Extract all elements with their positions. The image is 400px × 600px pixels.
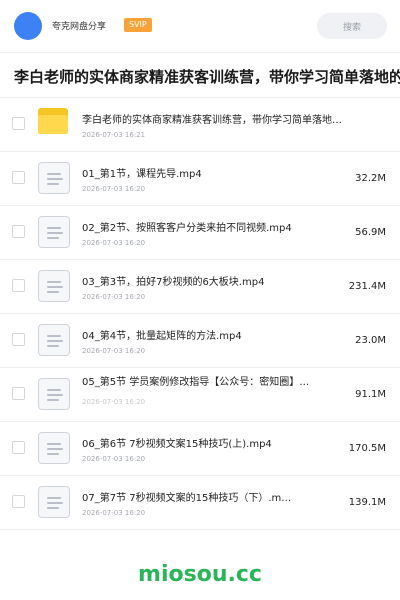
search-label: 搜索 — [342, 22, 361, 33]
file-date: 2026-07-03 16:20 — [82, 347, 146, 355]
video-file-icon — [38, 270, 70, 302]
file-date: 2026-07-03 16:20 — [82, 509, 146, 517]
file-name: 07_第7节 7秒视频文案的15种技巧（下）.m… — [82, 493, 292, 504]
watermark-text: miosou.cc — [138, 562, 262, 587]
svip-badge: SVIP — [124, 18, 152, 32]
file-name: 06_第6节 7秒视频文案15种技巧(上).mp4 — [82, 439, 272, 450]
file-row-folder[interactable]: 李白老师的实体商家精准获客训练营，带你学习简单落地… 2026-07-03 16… — [0, 98, 400, 152]
file-size: 139.1M — [348, 497, 386, 508]
video-file-icon — [38, 486, 70, 518]
file-name: 01_第1节，课程先导.mp4 — [82, 169, 202, 180]
folder-icon — [38, 108, 70, 140]
file-date: 2026-07-03 16:20 — [82, 239, 146, 247]
row-checkbox[interactable] — [12, 279, 25, 292]
share-page: 夸克网盘分享 SVIP 搜索 李白老师的实体商家精准获客训练营，带你学习简单落地… — [0, 0, 400, 600]
app-name: 夸克网盘分享 — [52, 22, 107, 32]
file-row[interactable]: 03_第3节，拍好7秒视频的6大板块.mp4 2026-07-03 16:20 … — [0, 260, 400, 314]
row-checkbox[interactable] — [12, 441, 25, 454]
file-size: 91.1M — [355, 389, 386, 400]
file-list: 李白老师的实体商家精准获客训练营，带你学习简单落地… 2026-07-03 16… — [0, 98, 400, 530]
row-checkbox[interactable] — [12, 333, 25, 346]
video-file-icon — [38, 378, 70, 410]
file-size: 32.2M — [355, 173, 386, 184]
row-checkbox[interactable] — [12, 225, 25, 238]
search-button[interactable]: 搜索 — [317, 13, 387, 39]
file-name: 03_第3节，拍好7秒视频的6大板块.mp4 — [82, 277, 265, 288]
file-date: 2026-07-03 16:20 — [82, 398, 146, 406]
avatar[interactable] — [14, 12, 42, 40]
video-file-icon — [38, 216, 70, 248]
file-size: 23.0M — [355, 335, 386, 346]
video-file-icon — [38, 324, 70, 356]
row-checkbox[interactable] — [12, 387, 25, 400]
file-size: 170.5M — [348, 443, 386, 454]
video-file-icon — [38, 162, 70, 194]
file-date: 2026-07-03 16:20 — [82, 293, 146, 301]
row-checkbox[interactable] — [12, 171, 25, 184]
share-title: 李白老师的实体商家精准获客训练营，带你学习简单落地的 — [14, 68, 400, 86]
file-row[interactable]: 05_第5节 学员案例修改指导【公众号：密知圈】… 2026-07-03 16:… — [0, 368, 400, 422]
file-row[interactable]: 01_第1节，课程先导.mp4 2026-07-03 16:20 32.2M — [0, 152, 400, 206]
row-checkbox[interactable] — [12, 117, 25, 130]
file-date: 2026-07-03 16:20 — [82, 185, 146, 193]
header-divider — [0, 52, 400, 53]
file-name: 02_第2节、按照客客户分类来拍不同视频.mp4 — [82, 223, 292, 234]
row-checkbox[interactable] — [12, 495, 25, 508]
video-file-icon — [38, 432, 70, 464]
file-row[interactable]: 04_第4节，批量起矩阵的方法.mp4 2026-07-03 16:20 23.… — [0, 314, 400, 368]
file-row[interactable]: 06_第6节 7秒视频文案15种技巧(上).mp4 2026-07-03 16:… — [0, 422, 400, 476]
file-row[interactable]: 02_第2节、按照客客户分类来拍不同视频.mp4 2026-07-03 16:2… — [0, 206, 400, 260]
file-row[interactable]: 07_第7节 7秒视频文案的15种技巧（下）.m… 2026-07-03 16:… — [0, 476, 400, 530]
file-size: 56.9M — [355, 227, 386, 238]
file-size: 231.4M — [348, 281, 386, 292]
file-date: 2026-07-03 16:21 — [82, 131, 146, 139]
file-name: 李白老师的实体商家精准获客训练营，带你学习简单落地… — [82, 115, 342, 126]
file-name: 04_第4节，批量起矩阵的方法.mp4 — [82, 331, 242, 342]
header: 夸克网盘分享 SVIP 搜索 — [0, 0, 400, 52]
file-date: 2026-07-03 16:20 — [82, 455, 146, 463]
